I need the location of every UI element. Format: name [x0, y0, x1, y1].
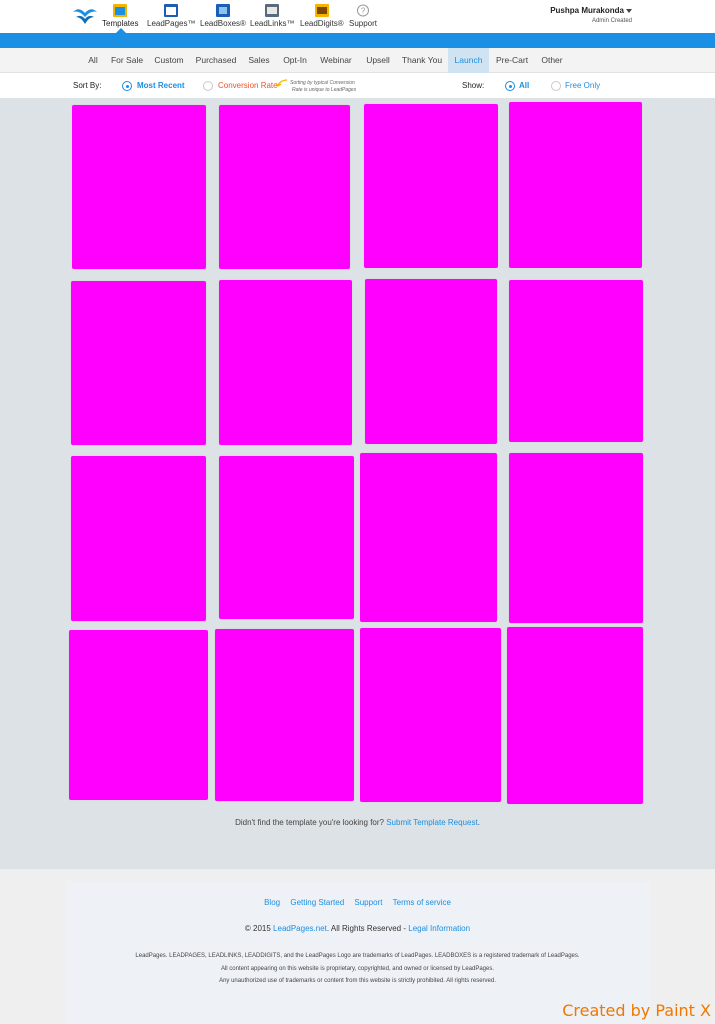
footer-link-terms[interactable]: Terms of service [393, 898, 451, 907]
sort-label: Sort By: [73, 81, 102, 90]
header-accent-bar [0, 33, 715, 48]
question-icon: ? [357, 4, 370, 17]
tab-webinar[interactable]: Webinar [316, 48, 356, 73]
nav-label: LeadBoxes® [200, 19, 246, 28]
template-card[interactable] [360, 453, 497, 622]
conversion-sort-note: Sorting by typical Conversion Rate is un… [290, 80, 356, 94]
legal-line: LeadPages. LEADPAGES, LEADLINKS, LEADDIG… [135, 953, 580, 959]
conversion-rate-radio[interactable] [203, 81, 213, 91]
user-name: Pushpa Murakonda [550, 6, 624, 15]
svg-text:?: ? [361, 7, 366, 16]
leaddigits-icon [314, 4, 329, 17]
nav-label: LeadLinks™ [250, 19, 295, 28]
nav-support[interactable]: ? Support [349, 4, 377, 28]
template-card[interactable] [215, 629, 354, 801]
arrow-icon [276, 79, 288, 87]
most-recent-radio[interactable] [122, 81, 132, 91]
tab-all[interactable]: All [80, 48, 106, 73]
request-end: . [477, 818, 480, 827]
copyright-mid: . All Rights Reserved - [326, 924, 409, 933]
template-card[interactable] [360, 628, 501, 802]
template-card[interactable] [219, 280, 352, 445]
template-card[interactable] [364, 104, 498, 268]
note-line: Sorting by typical Conversion [290, 80, 355, 86]
template-card[interactable] [365, 279, 497, 444]
leadpages-logo-icon[interactable] [72, 4, 98, 26]
most-recent-label[interactable]: Most Recent [137, 73, 185, 98]
template-card[interactable] [509, 280, 643, 442]
leadpages-icon [164, 4, 179, 17]
template-card[interactable] [69, 630, 208, 800]
nav-leadpages[interactable]: LeadPages™ [147, 4, 195, 28]
template-card[interactable] [72, 105, 206, 269]
conversion-rate-label[interactable]: Conversion Rate [218, 73, 278, 98]
request-text: Didn't find the template you're looking … [235, 818, 387, 827]
submit-template-request-link[interactable]: Submit Template Request [386, 818, 477, 827]
footer-link-blog[interactable]: Blog [264, 898, 280, 907]
note-line: Rate is unique to LeadPages [292, 87, 357, 93]
tab-opt-in[interactable]: Opt-In [278, 48, 312, 73]
nav-label: Templates [102, 19, 139, 28]
tab-launch[interactable]: Launch [448, 48, 489, 73]
user-menu[interactable]: Pushpa Murakonda Admin Created [550, 6, 632, 24]
templates-icon [113, 4, 128, 17]
leadlinks-icon [265, 4, 280, 17]
template-card[interactable] [71, 281, 206, 445]
tab-pre-cart[interactable]: Pre-Cart [492, 48, 532, 73]
category-tabs: All For Sale Custom Purchased Sales Opt-… [0, 48, 715, 73]
template-card[interactable] [219, 105, 350, 269]
template-card[interactable] [507, 627, 643, 804]
legal-line: All content appearing on this website is… [220, 965, 495, 972]
legal-notice: LeadPages. LEADPAGES, LEADLINKS, LEADDIG… [0, 950, 715, 988]
nav-label: Support [349, 19, 378, 28]
template-request-line: Didn't find the template you're looking … [0, 818, 715, 827]
nav-templates[interactable]: Templates [102, 4, 138, 28]
watermark-text: Created by Paint X [562, 1001, 711, 1020]
template-card[interactable] [509, 453, 643, 623]
nav-leaddigits[interactable]: LeadDigits® [300, 4, 344, 28]
user-role: Admin Created [591, 18, 632, 24]
show-all-label[interactable]: All [519, 73, 529, 98]
nav-label: LeadPages™ [147, 19, 196, 28]
nav-leadboxes[interactable]: LeadBoxes® [200, 4, 246, 28]
copyright: © 2015 LeadPages.net. All Rights Reserve… [0, 924, 715, 933]
tab-thank-you[interactable]: Thank You [399, 48, 445, 73]
leadpages-site-link[interactable]: LeadPages.net [273, 924, 327, 933]
footer-links: Blog Getting Started Support Terms of se… [0, 898, 715, 907]
chevron-down-icon [626, 8, 632, 13]
template-card[interactable] [219, 456, 354, 619]
show-all-radio[interactable] [505, 81, 515, 91]
top-navigation: Templates LeadPages™ LeadBoxes® LeadLink… [0, 0, 715, 33]
footer-link-getting-started[interactable]: Getting Started [290, 898, 344, 907]
tab-other[interactable]: Other [537, 48, 567, 73]
nav-leadlinks[interactable]: LeadLinks™ [250, 4, 294, 28]
leadboxes-icon [215, 4, 230, 17]
tab-upsell[interactable]: Upsell [361, 48, 395, 73]
free-only-label[interactable]: Free Only [565, 73, 600, 98]
user-name-row: Pushpa Murakonda [550, 6, 632, 15]
template-card[interactable] [509, 102, 642, 268]
tab-purchased[interactable]: Purchased [193, 48, 239, 73]
copyright-prefix: © 2015 [244, 924, 274, 933]
legal-information-link[interactable]: Legal Information [408, 924, 470, 933]
sort-filter-bar: Sort By: Most Recent Conversion Rate Sho… [0, 73, 715, 98]
show-label: Show: [462, 81, 485, 90]
nav-label: LeadDigits® [300, 19, 344, 28]
tab-for-sale[interactable]: For Sale [108, 48, 146, 73]
free-only-radio[interactable] [551, 81, 561, 91]
tab-sales[interactable]: Sales [244, 48, 274, 73]
template-card[interactable] [71, 456, 206, 621]
tab-custom[interactable]: Custom [150, 48, 188, 73]
footer-link-support[interactable]: Support [354, 898, 382, 907]
legal-line: Any unauthorized use of trademarks or co… [219, 978, 496, 984]
